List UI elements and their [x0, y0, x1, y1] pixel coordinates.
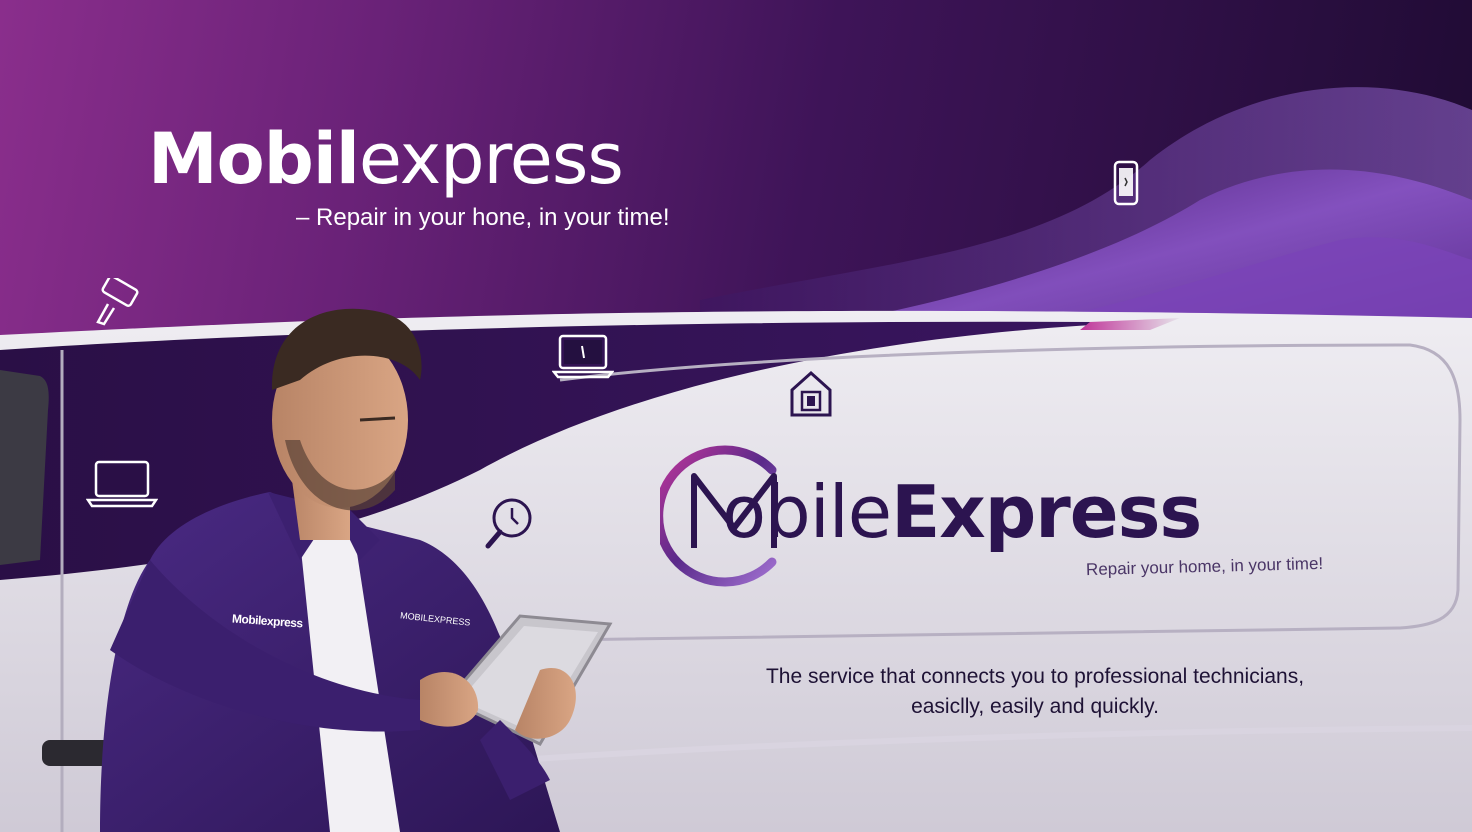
ad-banner: Mobilexpress – Repair in your hone, in y… — [0, 0, 1472, 832]
technician-figure — [100, 308, 613, 832]
